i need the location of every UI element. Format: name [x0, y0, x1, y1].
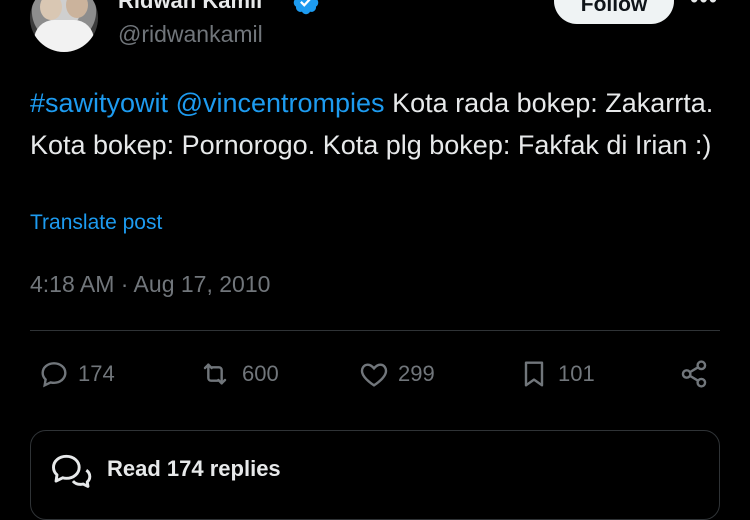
share-icon — [681, 360, 707, 388]
mention-link[interactable]: @vincentrompies — [176, 88, 385, 118]
follow-button[interactable]: Follow — [554, 0, 674, 24]
hashtag-link[interactable]: #sawityowit — [30, 88, 168, 118]
bookmark-count: 101 — [558, 361, 595, 386]
chat-bubble-icon — [52, 454, 92, 488]
reply-icon — [41, 362, 67, 388]
verified-badge-icon — [293, 0, 319, 15]
like-button[interactable]: 299 — [358, 355, 435, 393]
reply-count: 174 — [78, 361, 115, 386]
share-button[interactable] — [678, 355, 718, 393]
author-handle[interactable]: @ridwankamil — [118, 21, 263, 48]
repost-icon — [203, 363, 227, 385]
avatar[interactable] — [30, 0, 98, 52]
repost-count: 600 — [242, 361, 279, 386]
tweet-text: #sawityowit @vincentrompies Kota rada bo… — [30, 82, 730, 166]
reply-button[interactable]: 174 — [38, 355, 115, 393]
like-icon — [360, 363, 388, 387]
read-replies-label[interactable]: Read 174 replies — [107, 456, 281, 482]
tweet-timestamp[interactable]: 4:18 AM · Aug 17, 2010 — [30, 271, 270, 298]
bookmark-button[interactable]: 101 — [518, 355, 595, 393]
divider — [30, 330, 720, 331]
repost-button[interactable]: 600 — [196, 355, 279, 393]
bookmark-icon — [524, 361, 544, 387]
translate-post-link[interactable]: Translate post — [30, 211, 162, 235]
author-name[interactable]: Ridwan Kamil — [118, 0, 262, 14]
more-icon[interactable]: ••• — [690, 0, 722, 13]
like-count: 299 — [398, 361, 435, 386]
